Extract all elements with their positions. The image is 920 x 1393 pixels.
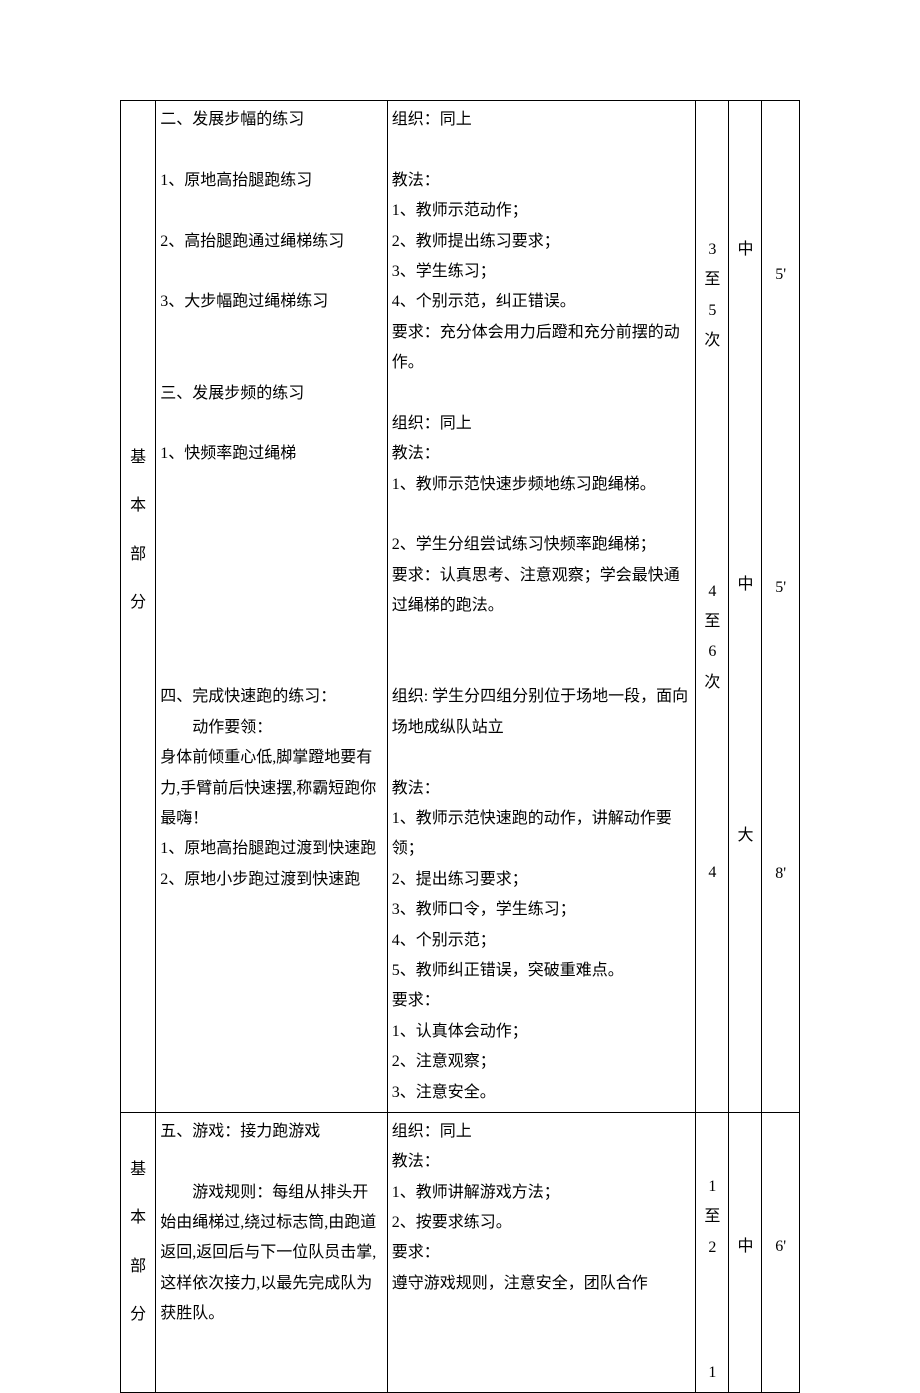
- count-value: 4 至 6 次: [698, 357, 726, 699]
- list-item: 1、原地高抬腿跑练习: [158, 166, 384, 196]
- label-char: 基: [123, 443, 153, 473]
- list-item: 1、快频率跑过绳梯: [158, 439, 384, 469]
- method-cell: 组织：同上 教法： 1、教师示范动作； 2、教师提出练习要求； 3、学生练习； …: [387, 101, 696, 1113]
- intensity-cell: 中 中 大: [729, 101, 762, 1113]
- list-item: 1、教师示范快速步频地练习跑绳梯。: [390, 470, 694, 500]
- game-rule: 游戏规则：每组从排头开始由绳梯过,绕过标志筒,由跑道返回,返回后与下一位队员击掌…: [158, 1178, 384, 1330]
- label-char: 部: [123, 540, 153, 570]
- label-char: 分: [123, 588, 153, 618]
- label-char: 基: [123, 1155, 153, 1185]
- org-text: 组织：同上: [390, 105, 694, 135]
- list-item: 3、大步幅跑过绳梯练习: [158, 287, 384, 317]
- org-text: 组织: 学生分四组分别位于场地一段，面向场地成纵队站立: [390, 682, 694, 743]
- time-value: 6': [764, 1117, 797, 1262]
- lesson-plan-table: 基 本 部 分 二、发展步幅的练习 1、原地高抬腿跑练习 2、高抬腿跑通过绳梯练…: [120, 100, 800, 1393]
- method-cell: 组织：同上 教法： 1、教师讲解游戏方法； 2、按要求练习。 要求： 遵守游戏规…: [387, 1112, 696, 1393]
- section-label: 基 本 部 分: [121, 1112, 156, 1393]
- list-item: 1、原地高抬腿跑过渡到快速跑: [158, 834, 384, 864]
- label-char: 本: [123, 491, 153, 521]
- time-value: 5': [764, 290, 797, 603]
- list-item: 2、教师提出练习要求；: [390, 227, 694, 257]
- list-item: 1、教师讲解游戏方法；: [390, 1178, 694, 1208]
- table-row: 基 本 部 分 二、发展步幅的练习 1、原地高抬腿跑练习 2、高抬腿跑通过绳梯练…: [121, 101, 800, 1113]
- list-item: 2、学生分组尝试练习快频率跑绳梯；: [390, 530, 694, 560]
- list-item: 1、教师示范动作；: [390, 196, 694, 226]
- intensity-value: 中: [731, 265, 759, 600]
- content-cell: 二、发展步幅的练习 1、原地高抬腿跑练习 2、高抬腿跑通过绳梯练习 3、大步幅跑…: [156, 101, 387, 1113]
- org-text: 组织：同上: [390, 1117, 694, 1147]
- list-item: 3、教师口令，学生练习；: [390, 895, 694, 925]
- table-row: 基 本 部 分 五、游戏：接力跑游戏 游戏规则：每组从排头开始由绳梯过,绕过标志…: [121, 1112, 800, 1393]
- lesson-plan-page: 基 本 部 分 二、发展步幅的练习 1、原地高抬腿跑练习 2、高抬腿跑通过绳梯练…: [0, 0, 920, 1302]
- content-cell: 五、游戏：接力跑游戏 游戏规则：每组从排头开始由绳梯过,绕过标志筒,由跑道返回,…: [156, 1112, 387, 1393]
- list-item: 1、认真体会动作；: [390, 1017, 694, 1047]
- requirement: 要求：充分体会用力后蹬和充分前摆的动作。: [390, 318, 694, 379]
- list-item: 4、个别示范；: [390, 926, 694, 956]
- section-title: 四、完成快速跑的练习：: [158, 682, 384, 712]
- label-char: 本: [123, 1203, 153, 1233]
- list-item: 3、注意安全。: [390, 1078, 694, 1108]
- intensity-cell: 中: [729, 1112, 762, 1393]
- intensity-value: 大: [731, 601, 759, 851]
- list-item: 4、个别示范，纠正错误。: [390, 287, 694, 317]
- requirement: 遵守游戏规则，注意安全，团队合作: [390, 1269, 694, 1299]
- method-title: 教法：: [390, 774, 694, 804]
- time-cell: 6': [762, 1112, 800, 1393]
- list-item: 5、教师纠正错误，突破重难点。: [390, 956, 694, 986]
- section-title: 二、发展步幅的练习: [158, 105, 384, 135]
- label-char: 分: [123, 1300, 153, 1330]
- count-value: 1: [698, 1263, 726, 1388]
- sub-title: 动作要领：: [158, 713, 384, 743]
- method-title: 教法：: [390, 166, 694, 196]
- section-label: 基 本 部 分: [121, 101, 156, 1113]
- count-cell: 1 至 2 1: [696, 1112, 729, 1393]
- time-value: 5': [764, 105, 797, 290]
- count-value: 3 至 5 次: [698, 105, 726, 357]
- list-item: 2、注意观察；: [390, 1047, 694, 1077]
- section-title: 五、游戏：接力跑游戏: [158, 1117, 384, 1147]
- time-cell: 5' 5' 8': [762, 101, 800, 1113]
- list-item: 2、按要求练习。: [390, 1208, 694, 1238]
- org-text: 组织：同上: [390, 409, 694, 439]
- list-item: 3、学生练习；: [390, 257, 694, 287]
- count-cell: 3 至 5 次 4 至 6 次 4: [696, 101, 729, 1113]
- count-value: 1 至 2: [698, 1117, 726, 1263]
- requirement-title: 要求：: [390, 1238, 694, 1268]
- label-char: 部: [123, 1252, 153, 1282]
- requirement-title: 要求：: [390, 986, 694, 1016]
- list-item: 2、提出练习要求；: [390, 865, 694, 895]
- list-item: 2、高抬腿跑通过绳梯练习: [158, 227, 384, 257]
- method-title: 教法：: [390, 439, 694, 469]
- list-item: 2、原地小步跑过渡到快速跑: [158, 865, 384, 895]
- list-item: 1、教师示范快速跑的动作，讲解动作要领；: [390, 804, 694, 865]
- section-title: 三、发展步频的练习: [158, 379, 384, 409]
- requirement: 要求：认真思考、注意观察；学会最快通过绳梯的跑法。: [390, 561, 694, 622]
- intensity-value: 中: [731, 105, 759, 265]
- time-value: 8': [764, 604, 797, 889]
- count-value: 4: [698, 698, 726, 888]
- intensity-value: 中: [731, 1117, 759, 1262]
- method-title: 教法：: [390, 1147, 694, 1177]
- description: 身体前倾重心低,脚掌蹬地要有力,手臂前后快速摆,称霸短跑你最嗨！: [158, 743, 384, 834]
